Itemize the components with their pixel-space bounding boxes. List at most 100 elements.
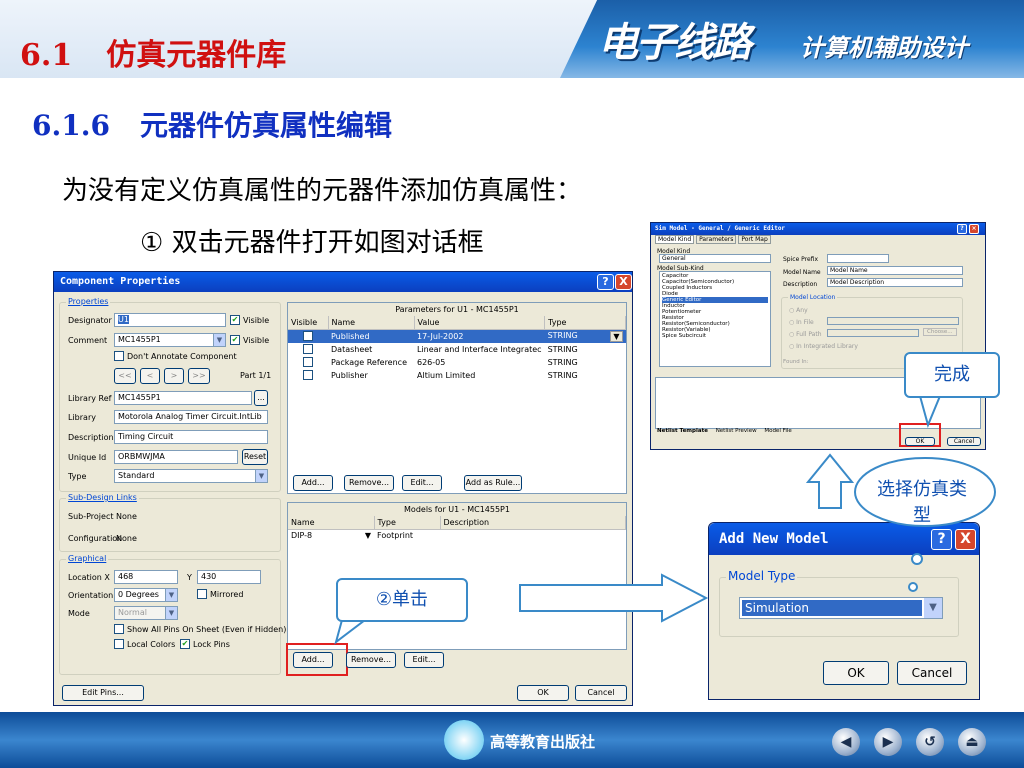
reset-button[interactable]: Reset	[242, 449, 268, 465]
loc-integrated-radio[interactable]: ○ In Integrated Library	[789, 343, 858, 350]
prev-part-button[interactable]: <	[140, 368, 160, 384]
chevron-down-icon[interactable]: ▼	[610, 330, 623, 342]
sim-cancel-button[interactable]: Cancel	[947, 437, 981, 446]
libref-browse-button[interactable]: ...	[254, 390, 268, 406]
tab-model-kind[interactable]: Model Kind	[655, 235, 695, 244]
uniqueid-input[interactable]: ORBMWJMA	[114, 450, 238, 464]
loc-file-input[interactable]	[827, 317, 959, 325]
row-visible-checkbox[interactable]	[303, 344, 313, 354]
remove-parameter-button[interactable]: Remove...	[344, 475, 394, 491]
table-row[interactable]: Datasheet Linear and Interface Integrate…	[288, 343, 626, 356]
col-type: Type	[374, 516, 441, 530]
orientation-select[interactable]: 0 Degrees ▼	[114, 588, 178, 602]
sim-help-button[interactable]: ?	[957, 224, 967, 234]
show-pins-checkbox[interactable]	[114, 624, 124, 634]
chevron-down-icon[interactable]: ▼	[924, 598, 942, 618]
exit-icon[interactable]: ⏏	[958, 728, 986, 756]
add-model-button[interactable]: Add...	[293, 652, 333, 668]
edit-pins-button[interactable]: Edit Pins...	[62, 685, 144, 701]
local-colors-checkbox[interactable]	[114, 639, 124, 649]
model-name-input[interactable]: Model Name	[827, 266, 963, 275]
subsection-number: 6.1.6	[32, 109, 110, 142]
col-name: Name	[288, 516, 375, 530]
row-visible-checkbox[interactable]	[303, 357, 313, 367]
model-name-label: Model Name	[783, 269, 821, 276]
ok-button[interactable]: OK	[517, 685, 569, 701]
chevron-down-icon: ▼	[165, 589, 177, 601]
tab-netlist-template[interactable]: Netlist Template	[657, 428, 708, 434]
last-part-button[interactable]: >>	[188, 368, 210, 384]
library-input[interactable]: Motorola Analog Timer Circuit.IntLib	[114, 410, 268, 424]
parameters-pane: Parameters for U1 - MC1455P1 Visible Nam…	[287, 302, 627, 494]
logo-main: 电子线路	[598, 20, 752, 66]
next-part-button[interactable]: >	[164, 368, 184, 384]
choose-button[interactable]: Choose...	[923, 328, 957, 336]
designator-input[interactable]: U1	[114, 313, 226, 327]
return-icon[interactable]: ↺	[916, 728, 944, 756]
type-cell: STRING	[547, 357, 578, 367]
bottom-tabs: Netlist Template Netlist Preview Model F…	[657, 428, 792, 434]
sim-ok-button[interactable]: OK	[905, 437, 935, 446]
table-row[interactable]: Package Reference 626-05 STRING	[288, 356, 626, 369]
first-part-button[interactable]: <<	[114, 368, 136, 384]
loc-path-input[interactable]	[827, 329, 919, 337]
found-in-label: Found In:	[783, 359, 809, 365]
table-row[interactable]: Publisher Altium Limited STRING	[288, 369, 626, 382]
location-y-input[interactable]: 430	[197, 570, 261, 584]
edit-parameter-button[interactable]: Edit...	[402, 475, 442, 491]
local-colors-label: Local Colors	[127, 640, 176, 649]
add-model-ok-button[interactable]: OK	[823, 661, 889, 685]
model-kind-select[interactable]: General	[659, 254, 771, 263]
chevron-down-icon[interactable]: ▼	[365, 531, 371, 540]
name-cell: Datasheet	[331, 344, 373, 354]
comment-select[interactable]: MC1455P1 ▼	[114, 333, 226, 347]
tab-port-map[interactable]: Port Map	[738, 235, 771, 244]
next-slide-icon[interactable]: ▶	[874, 728, 902, 756]
model-type-select[interactable]: Simulation ▼	[739, 597, 943, 619]
description-input[interactable]: Timing Circuit	[114, 430, 268, 444]
location-x-input[interactable]: 468	[114, 570, 178, 584]
remove-model-button[interactable]: Remove...	[346, 652, 396, 668]
tab-model-file[interactable]: Model File	[764, 428, 791, 434]
designator-visible-checkbox[interactable]: ✔	[230, 315, 240, 325]
edit-model-button[interactable]: Edit...	[404, 652, 444, 668]
add-parameter-button[interactable]: Add...	[293, 475, 333, 491]
add-model-cancel-button[interactable]: Cancel	[897, 661, 967, 685]
comment-visible-checkbox[interactable]: ✔	[230, 335, 240, 345]
type-select[interactable]: Standard ▼	[114, 469, 268, 483]
sim-close-button[interactable]: ×	[969, 224, 979, 234]
loc-full-path-radio[interactable]: ○ Full Path	[789, 331, 822, 338]
help-button[interactable]: ?	[597, 274, 614, 290]
table-row[interactable]: Published 17-Jul-2002 STRING ▼	[288, 329, 626, 343]
mirrored-checkbox[interactable]	[197, 589, 207, 599]
parameters-title: Parameters for U1 - MC1455P1	[288, 303, 626, 316]
model-subkind-list[interactable]: Capacitor Capacitor(Semiconductor) Coupl…	[659, 271, 771, 367]
prev-slide-icon[interactable]: ◀	[832, 728, 860, 756]
spice-prefix-label: Spice Prefix	[783, 256, 819, 263]
sim-description-input[interactable]: Model Description	[827, 278, 963, 287]
type-cell: STRING	[547, 344, 578, 354]
model-type-label: Model Type	[726, 569, 798, 583]
model-name: DIP-8	[291, 531, 313, 541]
loc-any-radio[interactable]: ○ Any	[789, 307, 808, 314]
visible-cell	[288, 329, 328, 343]
loc-in-file-label: In File	[796, 319, 814, 326]
spice-prefix-select[interactable]	[827, 254, 889, 263]
type-cell: Footprint	[377, 531, 414, 541]
close-button[interactable]: X	[615, 274, 632, 290]
table-row[interactable]: DIP-8 ▼ Footprint	[288, 529, 626, 542]
add-as-rule-button[interactable]: Add as Rule...	[464, 475, 522, 491]
col-name: Name	[328, 316, 415, 330]
row-visible-checkbox[interactable]	[303, 331, 313, 341]
mode-select[interactable]: Normal ▼	[114, 606, 178, 620]
tab-parameters[interactable]: Parameters	[696, 235, 737, 244]
list-item[interactable]: Spice Subcircuit	[662, 333, 768, 339]
tab-netlist-preview[interactable]: Netlist Preview	[716, 428, 757, 434]
dont-annotate-checkbox[interactable]	[114, 351, 124, 361]
loc-in-file-radio[interactable]: ○ In File	[789, 319, 814, 326]
libref-input[interactable]: MC1455P1	[114, 391, 252, 405]
select-sim-type-callout: 选择仿真类型	[877, 479, 967, 526]
cancel-button[interactable]: Cancel	[575, 685, 627, 701]
lock-pins-checkbox[interactable]: ✔	[180, 639, 190, 649]
row-visible-checkbox[interactable]	[303, 370, 313, 380]
